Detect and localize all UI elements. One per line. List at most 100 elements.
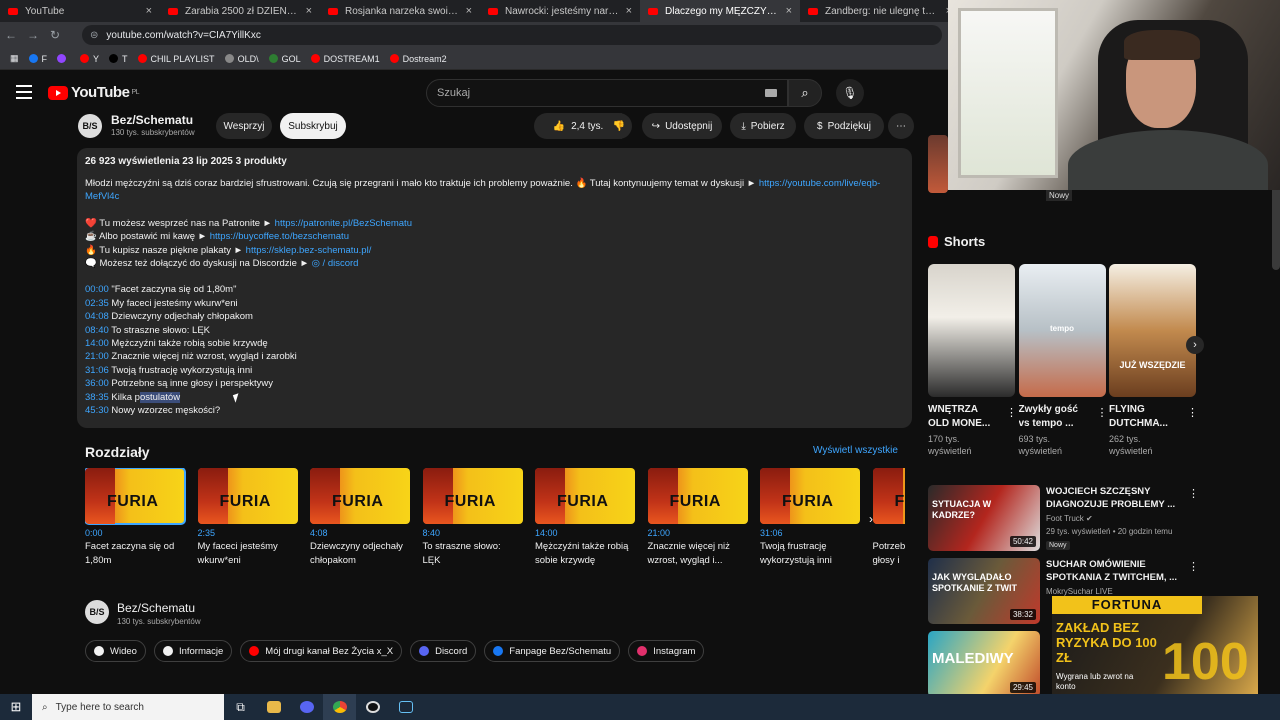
dislike-button[interactable]: 👎 [606,113,632,139]
close-tab-icon[interactable]: × [146,5,152,17]
youtube-logo[interactable]: YouTube PL [48,84,139,101]
channel-footer-avatar[interactable]: B/S [85,600,109,624]
bookmark-item[interactable] [57,54,70,63]
chapter-timestamp[interactable]: 02:35 [85,298,109,309]
chapter-thumbnail[interactable]: FURIA [535,468,635,524]
menu-icon[interactable] [16,85,32,99]
close-tab-icon[interactable]: × [626,5,632,17]
live-link-cont[interactable]: MefVl4c [85,191,119,202]
chapter-card[interactable]: FURIA 4:08 Dziewczyny odjechały chłopakom [310,468,412,567]
chapter-timestamp[interactable]: 38:35 [85,392,109,403]
related-video-thumbnail-partial[interactable] [928,135,948,193]
support-link[interactable]: https://buycoffee.to/bezschematu [210,231,349,242]
close-tab-icon[interactable]: × [786,5,792,17]
browser-tab[interactable]: Zandberg: nie ulegnę tej was…× [800,0,960,22]
short-card[interactable]: JUŻ WSZĘDZIE FLYING DUTCHMA... 262 tys. wyśw… [1109,264,1198,457]
forward-icon[interactable]: → [22,28,44,42]
chapter-timestamp[interactable]: 04:08 [85,311,109,322]
close-tab-icon[interactable]: × [466,5,472,17]
thanks-button[interactable]: $ Podziękuj [804,113,884,139]
browser-tab[interactable]: Dlaczego my MĘŻCZYŹNI jeste… × [640,0,800,22]
obs-taskbar-icon[interactable] [356,694,389,720]
support-link[interactable]: https://sklep.bez-schematu.pl/ [246,245,372,256]
bookmark-item[interactable]: OLD\ [224,54,259,64]
browser-tab[interactable]: YouTube × [0,0,160,22]
windows-start-icon[interactable]: ⊞ [0,699,32,715]
steam-taskbar-icon[interactable] [389,694,422,720]
chapter-timestamp[interactable]: 31:06 [85,365,109,376]
short-card[interactable]: tempo Zwykły gość vs tempo ... 693 tys. wyśw… [1018,264,1108,457]
chapter-timestamp[interactable]: 21:00 [85,351,109,362]
short-menu-icon[interactable]: ⋮ [1097,406,1108,419]
chapter-timestamp[interactable]: 14:00 [85,338,109,349]
site-info-icon[interactable]: ⊜ [90,30,98,41]
fortuna-ad[interactable]: FORTUNA ZAKŁAD BEZ RYZYKA DO 100 ZŁ Wygr… [1052,596,1258,694]
channel-link-button[interactable]: Wideo [85,640,146,662]
close-tab-icon[interactable]: × [306,5,312,17]
short-thumbnail[interactable] [928,264,1015,397]
chapter-timestamp[interactable]: 08:40 [85,325,109,336]
chapter-timestamp[interactable]: 45:30 [85,405,109,416]
chapter-thumbnail[interactable]: FURIA [647,468,748,524]
short-thumbnail[interactable]: tempo [1018,264,1106,397]
related-video-thumbnail[interactable]: JAK WYGLĄDAŁO SPOTKANIE Z TWIT 38:32 [928,558,1040,624]
bookmark-item[interactable]: CHIL PLAYLIST [137,54,215,64]
bookmark-item[interactable]: T [109,54,128,64]
file-explorer-icon[interactable] [257,694,290,720]
short-card[interactable]: WNĘTRZA OLD MONE... 170 tys. wyświetleń ⋮ [928,264,1017,457]
chapter-thumbnail[interactable]: FURIA [197,468,298,524]
chapter-card[interactable]: FURIA 0:00 Facet zaczyna się od 1,80m [85,468,187,567]
related-video-menu-icon[interactable]: ⋮ [1188,487,1199,500]
chapter-thumbnail[interactable]: FURIA [872,468,905,524]
chapter-card[interactable]: FURIA 21:00 Znacznie więcej niż wzrost, wyg… [647,468,750,567]
search-button[interactable]: ⌕ [788,79,822,107]
support-link[interactable]: https://patronite.pl/BezSchematu [275,218,412,229]
related-video-thumbnail[interactable]: SYTUACJA W KADRZE? 50:42 [928,485,1040,551]
description-box[interactable]: 26 923 wyświetlenia 23 lip 2025 3 produk… [77,148,912,428]
browser-tab[interactable]: Zarabia 2500 zł DZIENNIE na p… × [160,0,320,22]
channel-link-button[interactable]: Discord [410,640,477,662]
related-video-thumbnail[interactable]: MALEDIWY 29:45 [928,631,1040,697]
apps-grid-icon[interactable]: ▦ [10,53,19,64]
chapter-thumbnail[interactable]: FURIA [310,468,410,524]
support-link[interactable]: ◎ / discord [312,258,359,269]
channel-link-button[interactable]: Mój drugi kanał Bez Życia x_X [240,640,403,662]
chapter-card[interactable]: FURIA 31:06 Twoją frustrację wykorzystują i… [760,468,862,567]
related-video-menu-icon[interactable]: ⋮ [1188,560,1199,573]
bookmark-item[interactable]: F [28,54,47,64]
reload-icon[interactable]: ↻ [44,28,66,42]
chapter-thumbnail[interactable]: FURIA [85,468,186,525]
subscribe-button[interactable]: Subskrybuj [280,113,346,139]
chapter-timestamp[interactable]: 36:00 [85,378,109,389]
url-field[interactable]: ⊜ youtube.com/watch?v=CIA7YillKxc [82,25,942,45]
bookmark-item[interactable]: Dostream2 [389,54,447,64]
bookmark-item[interactable]: Y [80,54,99,64]
voice-search-button[interactable]: 🎙 [836,79,864,107]
channel-link-button[interactable]: Instagram [628,640,705,662]
chapter-card[interactable]: FURIA 2:35 My faceci jesteśmy wkurw*eni [197,468,300,567]
bookmark-item[interactable]: GOL [268,54,301,64]
taskbar-search[interactable]: ⌕ Type here to search [32,694,224,720]
browser-tab[interactable]: Rosjanka narzeka swoim rodak… × [320,0,480,22]
chrome-taskbar-icon[interactable] [323,694,356,720]
channel-link-button[interactable]: Informacje [153,640,233,662]
discord-taskbar-icon[interactable] [290,694,323,720]
share-button[interactable]: ↪ Udostępnij [642,113,722,139]
chapter-thumbnail[interactable]: FURIA [760,468,860,524]
short-menu-icon[interactable]: ⋮ [1006,406,1017,419]
channel-footer-name[interactable]: Bez/Schematu [117,601,195,615]
short-thumbnail[interactable]: JUŻ WSZĘDZIE [1109,264,1196,397]
shorts-next-icon[interactable]: › [1186,336,1204,354]
show-all-chapters-link[interactable]: Wyświetl wszystkie [813,445,898,456]
chapter-card[interactable]: FURIA Potrzeb głosy i [872,468,905,567]
browser-tab[interactable]: Nawrocki: jesteśmy narodem, k… × [480,0,640,22]
search-input[interactable]: Szukaj [426,79,788,107]
keyboard-icon[interactable] [765,89,777,97]
download-button[interactable]: ⤓ Pobierz [730,113,796,139]
chapter-timestamp[interactable]: 00:00 [85,284,109,295]
more-actions-button[interactable]: ⋯ [888,113,914,139]
channel-link-button[interactable]: Fanpage Bez/Schematu [484,640,621,662]
chapter-thumbnail[interactable]: FURIA [422,468,523,524]
support-button[interactable]: Wesprzyj [216,113,272,139]
channel-avatar[interactable]: B/S [78,114,102,138]
